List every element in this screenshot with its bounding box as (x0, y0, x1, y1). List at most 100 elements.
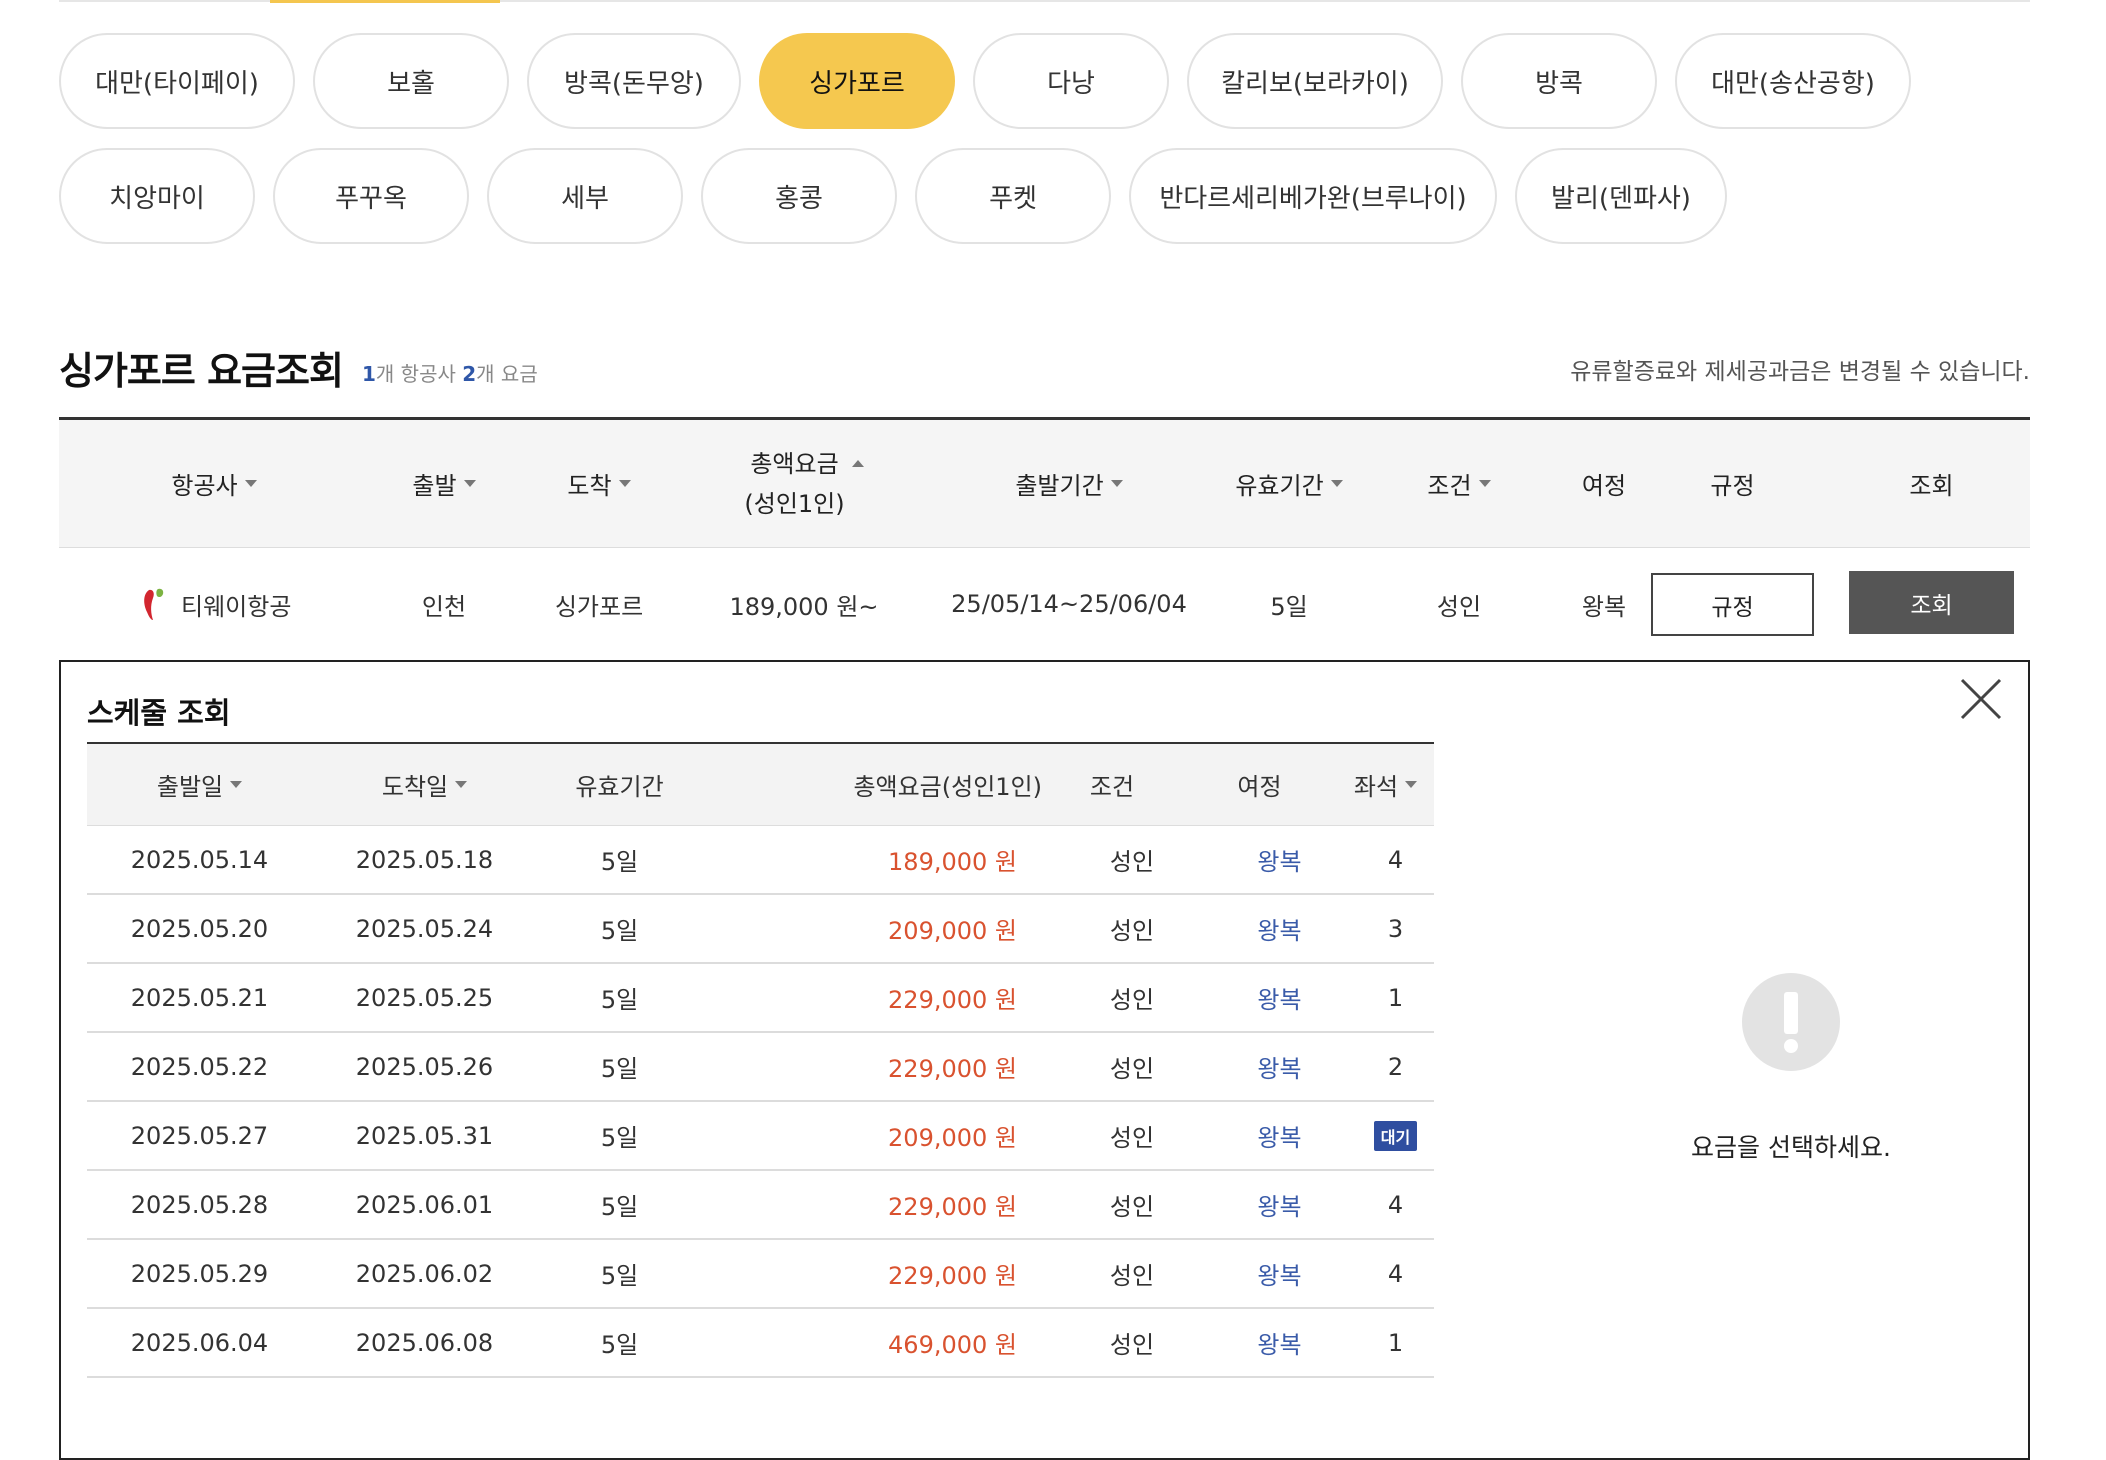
price-cell: 189,000 원~ (729, 592, 879, 621)
col-arrival[interactable]: 도착 (519, 420, 679, 547)
city-tab[interactable]: 방콕 (1461, 33, 1657, 129)
col-depart-date[interactable]: 출발일 (87, 744, 312, 825)
city-tab[interactable]: 다낭 (973, 33, 1169, 129)
rule-button[interactable]: 규정 (1651, 573, 1814, 636)
close-icon[interactable] (1958, 676, 2004, 722)
seats: 1 (1387, 983, 1404, 1012)
col-validity[interactable]: 유효기간 (1209, 420, 1369, 547)
col-arrive-date[interactable]: 도착일 (312, 744, 537, 825)
price: 209,000 원 (888, 1124, 1017, 1152)
col-rule: 규정 (1710, 472, 1755, 500)
airline-cell: 티웨이항공 (139, 548, 369, 660)
col-seats[interactable]: 좌석 (1337, 744, 1434, 825)
col-total[interactable]: 총액요금 (성인1인) (679, 420, 929, 547)
arrival-cell: 싱가포르 (554, 592, 644, 621)
city-tab[interactable]: 푸켓 (915, 148, 1111, 244)
sort-down-icon (244, 480, 257, 487)
col-trip: 여정 (1581, 472, 1627, 500)
schedule-title: 스케줄 조회 (87, 696, 231, 730)
col-airline-label: 항공사 (171, 472, 238, 500)
arrive-date: 2025.05.18 (355, 845, 494, 874)
validity: 5일 (600, 848, 639, 876)
airline-name: 티웨이항공 (181, 592, 292, 621)
waitlist-badge: 대기 (1373, 1120, 1418, 1151)
seats: 4 (1387, 1259, 1404, 1288)
depart-date: 2025.05.27 (130, 1121, 269, 1150)
city-tab[interactable]: 발리(덴파사) (1515, 148, 1727, 244)
trip-type: 왕복 (1257, 1124, 1302, 1152)
col-arrival-label: 도착 (567, 472, 612, 500)
trip-type: 왕복 (1257, 1193, 1302, 1221)
city-tabs-row-2: 치앙마이 푸꾸옥 세부 홍콩 푸켓 반다르세리베가완(브루나이) 발리(덴파사) (59, 148, 1727, 244)
arrive-date: 2025.05.25 (355, 983, 494, 1012)
validity-cell: 5일 (1270, 592, 1308, 621)
sort-down-icon (455, 781, 468, 788)
col-period-label: 출발기간 (1015, 472, 1104, 500)
condition: 성인 (1109, 1331, 1155, 1359)
seats: 4 (1387, 845, 1404, 874)
city-tab[interactable]: 대만(송산공항) (1675, 33, 1911, 129)
schedule-row[interactable]: 2025.06.04 2025.06.08 5일 469,000 원 성인 왕복… (87, 1309, 1434, 1378)
schedule-row[interactable]: 2025.05.29 2025.06.02 5일 229,000 원 성인 왕복… (87, 1240, 1434, 1309)
schedule-row[interactable]: 2025.05.20 2025.05.24 5일 209,000 원 성인 왕복… (87, 895, 1434, 964)
schedule-header: 출발일 도착일 유효기간 총액요금(성인1인) 조건 여정 좌석 (87, 742, 1434, 826)
sort-up-icon (851, 460, 864, 467)
col-airline[interactable]: 항공사 (59, 420, 369, 547)
schedule-row[interactable]: 2025.05.22 2025.05.26 5일 229,000 원 성인 왕복… (87, 1033, 1434, 1102)
trip-type: 왕복 (1257, 917, 1302, 945)
city-tab[interactable]: 칼리보(보라카이) (1187, 33, 1443, 129)
city-tab-active[interactable]: 싱가포르 (759, 33, 955, 129)
airline-count: 1 (362, 362, 376, 386)
col-depart-date-label: 출발일 (156, 773, 224, 801)
col-condition-label: 조건 (1427, 472, 1472, 500)
col-departure[interactable]: 출발 (369, 420, 519, 547)
city-tab[interactable]: 푸꾸옥 (273, 148, 469, 244)
sort-down-icon (1478, 480, 1491, 487)
city-tab[interactable]: 대만(타이페이) (59, 33, 295, 129)
condition: 성인 (1109, 1055, 1155, 1083)
col-departure-label: 출발 (412, 472, 457, 500)
validity: 5일 (600, 1055, 639, 1083)
city-tab[interactable]: 치앙마이 (59, 148, 255, 244)
schedule-row[interactable]: 2025.05.28 2025.06.01 5일 229,000 원 성인 왕복… (87, 1171, 1434, 1240)
condition: 성인 (1109, 986, 1155, 1014)
fare-row: 티웨이항공 인천 싱가포르 189,000 원~ 25/05/14~25/06/… (59, 548, 2030, 660)
city-tab[interactable]: 반다르세리베가완(브루나이) (1129, 148, 1497, 244)
col-period[interactable]: 출발기간 (929, 420, 1209, 547)
depart-date: 2025.05.21 (130, 983, 269, 1012)
col-condition[interactable]: 조건 (1369, 420, 1549, 547)
trip-type: 왕복 (1257, 1331, 1302, 1359)
condition: 성인 (1109, 1262, 1155, 1290)
city-tab[interactable]: 홍콩 (701, 148, 897, 244)
col-total-label-1: 총액요금 (750, 449, 839, 478)
schedule-row[interactable]: 2025.05.27 2025.05.31 5일 209,000 원 성인 왕복… (87, 1102, 1434, 1171)
arrive-date: 2025.06.08 (355, 1328, 494, 1357)
validity: 5일 (600, 1262, 639, 1290)
validity: 5일 (600, 1124, 639, 1152)
price: 229,000 원 (888, 1262, 1017, 1290)
schedule-row[interactable]: 2025.05.14 2025.05.18 5일 189,000 원 성인 왕복… (87, 826, 1434, 895)
depart-date: 2025.06.04 (130, 1328, 269, 1357)
city-tab[interactable]: 보홀 (313, 33, 509, 129)
trip-type: 왕복 (1257, 848, 1302, 876)
condition: 성인 (1109, 1124, 1155, 1152)
view-button[interactable]: 조회 (1849, 571, 2014, 634)
depart-date: 2025.05.14 (130, 845, 269, 874)
city-tab[interactable]: 세부 (487, 148, 683, 244)
price: 229,000 원 (888, 986, 1017, 1014)
trip-type: 왕복 (1257, 1262, 1302, 1290)
validity: 5일 (600, 986, 639, 1014)
schedule-row[interactable]: 2025.05.21 2025.05.25 5일 229,000 원 성인 왕복… (87, 964, 1434, 1033)
empty-state: 요금을 선택하세요. (1661, 972, 1921, 1164)
trip-type: 왕복 (1257, 986, 1302, 1014)
result-count: 1개 항공사 2개 요금 (362, 358, 538, 387)
alert-icon (1742, 973, 1840, 1071)
validity: 5일 (600, 917, 639, 945)
city-tab[interactable]: 방콕(돈무앙) (527, 33, 741, 129)
sort-down-icon (230, 781, 243, 788)
price: 189,000 원 (888, 848, 1017, 876)
col-view: 조회 (1909, 472, 1954, 500)
seats: 2 (1387, 1052, 1404, 1081)
trip-type: 왕복 (1257, 1055, 1302, 1083)
seats: 대기 (1347, 1102, 1444, 1169)
